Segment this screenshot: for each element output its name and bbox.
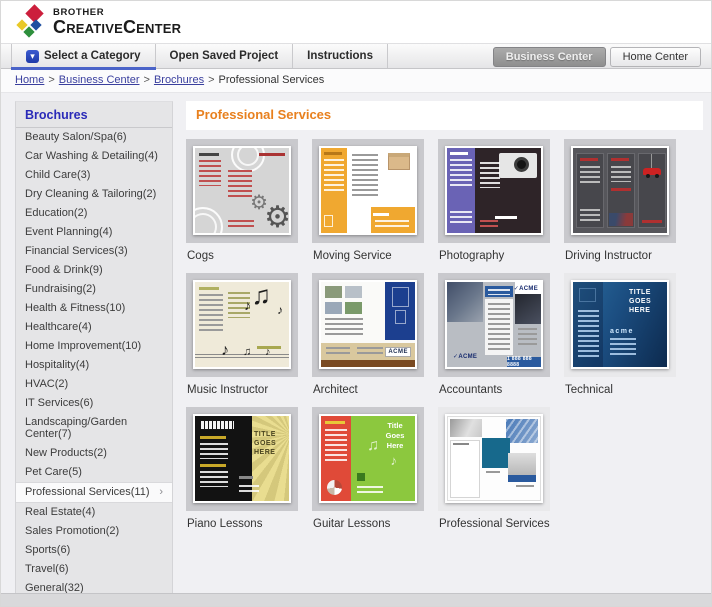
brand-creativecenter: CreativeCenter <box>53 18 181 36</box>
home-center-button[interactable]: Home Center <box>610 47 701 67</box>
guitar-logo-icon <box>327 480 342 495</box>
tab-open-saved-project[interactable]: Open Saved Project <box>156 44 294 68</box>
template-thumbnail-professional-services[interactable] <box>438 407 550 511</box>
page-title-bar: Professional Services <box>186 101 703 130</box>
acme-logo: ✓ACME <box>514 285 538 292</box>
brand-brother: BROTHER <box>53 8 181 18</box>
breadcrumb-current: Professional Services <box>219 74 325 86</box>
sidebar-item-financial-services[interactable]: Financial Services(3) <box>16 242 172 261</box>
template-card-moving-service[interactable]: Moving Service <box>312 139 424 262</box>
template-label: Accountants <box>438 377 550 396</box>
sidebar-item-home-improvement[interactable]: Home Improvement(10) <box>16 337 172 356</box>
template-thumbnail-moving-service[interactable] <box>312 139 424 243</box>
sidebar-item-child-care[interactable]: Child Care(3) <box>16 166 172 185</box>
sidebar-item-education[interactable]: Education(2) <box>16 204 172 223</box>
template-card-guitar-lessons[interactable]: Title Goes Here ♫ ♪ Guitar Lessons <box>312 407 424 530</box>
content: Brochures Beauty Salon/Spa(6) Car Washin… <box>1 93 711 593</box>
template-card-architect[interactable]: ACME Architect <box>312 273 424 396</box>
template-card-professional-services[interactable]: Professional Services <box>438 407 550 530</box>
box-icon <box>388 153 410 170</box>
tab-instructions[interactable]: Instructions <box>293 44 388 68</box>
template-label: Guitar Lessons <box>312 511 424 530</box>
category-dropdown-icon: ▾ <box>26 50 39 63</box>
template-card-photography[interactable]: Photography <box>438 139 550 262</box>
template-label: Cogs <box>186 243 298 262</box>
business-center-button[interactable]: Business Center <box>493 47 606 67</box>
sidebar-item-dry-cleaning-tailoring[interactable]: Dry Cleaning & Tailoring(2) <box>16 185 172 204</box>
sidebar-item-beauty-salon-spa[interactable]: Beauty Salon/Spa(6) <box>16 128 172 147</box>
template-label: Piano Lessons <box>186 511 298 530</box>
sidebar-item-health-fitness[interactable]: Health & Fitness(10) <box>16 299 172 318</box>
piano-keys-icon <box>200 421 234 429</box>
sidebar-item-hvac[interactable]: HVAC(2) <box>16 375 172 394</box>
sidebar-item-pet-care[interactable]: Pet Care(5) <box>16 463 172 482</box>
tab-select-a-category[interactable]: ▾ Select a Category <box>11 44 156 68</box>
tab-bar: ▾ Select a Category Open Saved Project I… <box>1 43 711 69</box>
template-card-accountants[interactable]: ✓ACME ✓ACME 1 888 888 8888 Accountants <box>438 273 550 396</box>
music-note-icon: ♫ <box>252 282 272 308</box>
template-label: Photography <box>438 243 550 262</box>
template-thumbnail-technical[interactable]: TITLE GOES HERE acme <box>564 273 676 377</box>
acme-logo: acme <box>610 328 634 335</box>
sidebar-item-real-estate[interactable]: Real Estate(4) <box>16 503 172 522</box>
breadcrumb-link-brochures[interactable]: Brochures <box>154 74 204 86</box>
template-card-driving-instructor[interactable]: Driving Instructor <box>564 139 676 262</box>
template-card-technical[interactable]: TITLE GOES HERE acme Technical <box>564 273 676 396</box>
template-label: Moving Service <box>312 243 424 262</box>
template-thumbnail-architect[interactable]: ACME <box>312 273 424 377</box>
breadcrumb-link-business-center[interactable]: Business Center <box>59 74 140 86</box>
template-card-cogs[interactable]: ⚙⚙ Cogs <box>186 139 298 262</box>
template-card-music-instructor[interactable]: ♫ ♪ ♪ ♪ ♫ ♪ Music Instructor <box>186 273 298 396</box>
sidebar-item-hospitality[interactable]: Hospitality(4) <box>16 356 172 375</box>
breadcrumb: Home>Business Center>Brochures>Professio… <box>1 69 711 93</box>
sidebar-item-fundraising[interactable]: Fundraising(2) <box>16 280 172 299</box>
center-switch: Business Center Home Center <box>493 47 701 67</box>
template-label: Architect <box>312 377 424 396</box>
template-thumbnail-piano-lessons[interactable]: TITLE GOES HERE <box>186 407 298 511</box>
sidebar-item-travel[interactable]: Travel(6) <box>16 560 172 579</box>
chevron-right-icon: › <box>159 486 163 498</box>
sidebar-item-it-services[interactable]: IT Services(6) <box>16 394 172 413</box>
sidebar-title: Brochures <box>16 102 172 128</box>
template-thumbnail-accountants[interactable]: ✓ACME ✓ACME 1 888 888 8888 <box>438 273 550 377</box>
sidebar-item-general[interactable]: General(32) <box>16 579 172 593</box>
template-card-piano-lessons[interactable]: TITLE GOES HERE Piano Lessons <box>186 407 298 530</box>
breadcrumb-link-home[interactable]: Home <box>15 74 44 86</box>
sidebar-item-food-drink[interactable]: Food & Drink(9) <box>16 261 172 280</box>
template-thumbnail-driving-instructor[interactable] <box>564 139 676 243</box>
sidebar-item-healthcare[interactable]: Healthcare(4) <box>16 318 172 337</box>
template-grid: ⚙⚙ Cogs <box>186 139 703 530</box>
acme-logo: ACME <box>385 347 411 357</box>
gear-icon: ⚙⚙ <box>264 203 289 233</box>
sidebar-item-event-planning[interactable]: Event Planning(4) <box>16 223 172 242</box>
template-thumbnail-cogs[interactable]: ⚙⚙ <box>186 139 298 243</box>
footer-bar <box>1 593 711 606</box>
template-thumbnail-photography[interactable] <box>438 139 550 243</box>
sidebar-item-sales-promotion[interactable]: Sales Promotion(2) <box>16 522 172 541</box>
music-note-icon: ♫ <box>367 438 379 454</box>
sidebar-item-landscaping-garden-center[interactable]: Landscaping/Garden Center(7) <box>16 413 172 444</box>
page: BROTHER CreativeCenter ▾ Select a Catego… <box>0 0 712 607</box>
template-thumbnail-music-instructor[interactable]: ♫ ♪ ♪ ♪ ♫ ♪ <box>186 273 298 377</box>
template-label: Technical <box>564 377 676 396</box>
sidebar-item-sports[interactable]: Sports(6) <box>16 541 172 560</box>
sidebar-item-car-washing-detailing[interactable]: Car Washing & Detailing(4) <box>16 147 172 166</box>
sidebar-item-new-products[interactable]: New Products(2) <box>16 444 172 463</box>
sidebar: Brochures Beauty Salon/Spa(6) Car Washin… <box>15 101 173 593</box>
template-thumbnail-guitar-lessons[interactable]: Title Goes Here ♫ ♪ <box>312 407 424 511</box>
template-label: Driving Instructor <box>564 243 676 262</box>
main: Professional Services ⚙⚙ <box>186 101 703 593</box>
sidebar-item-professional-services[interactable]: Professional Services(11)› <box>16 482 172 503</box>
template-label: Professional Services <box>438 511 550 530</box>
template-label: Music Instructor <box>186 377 298 396</box>
brother-pinwheel-icon <box>15 5 47 39</box>
page-title: Professional Services <box>196 107 331 122</box>
header: BROTHER CreativeCenter <box>1 1 711 43</box>
brother-logo[interactable]: BROTHER CreativeCenter <box>15 5 181 39</box>
